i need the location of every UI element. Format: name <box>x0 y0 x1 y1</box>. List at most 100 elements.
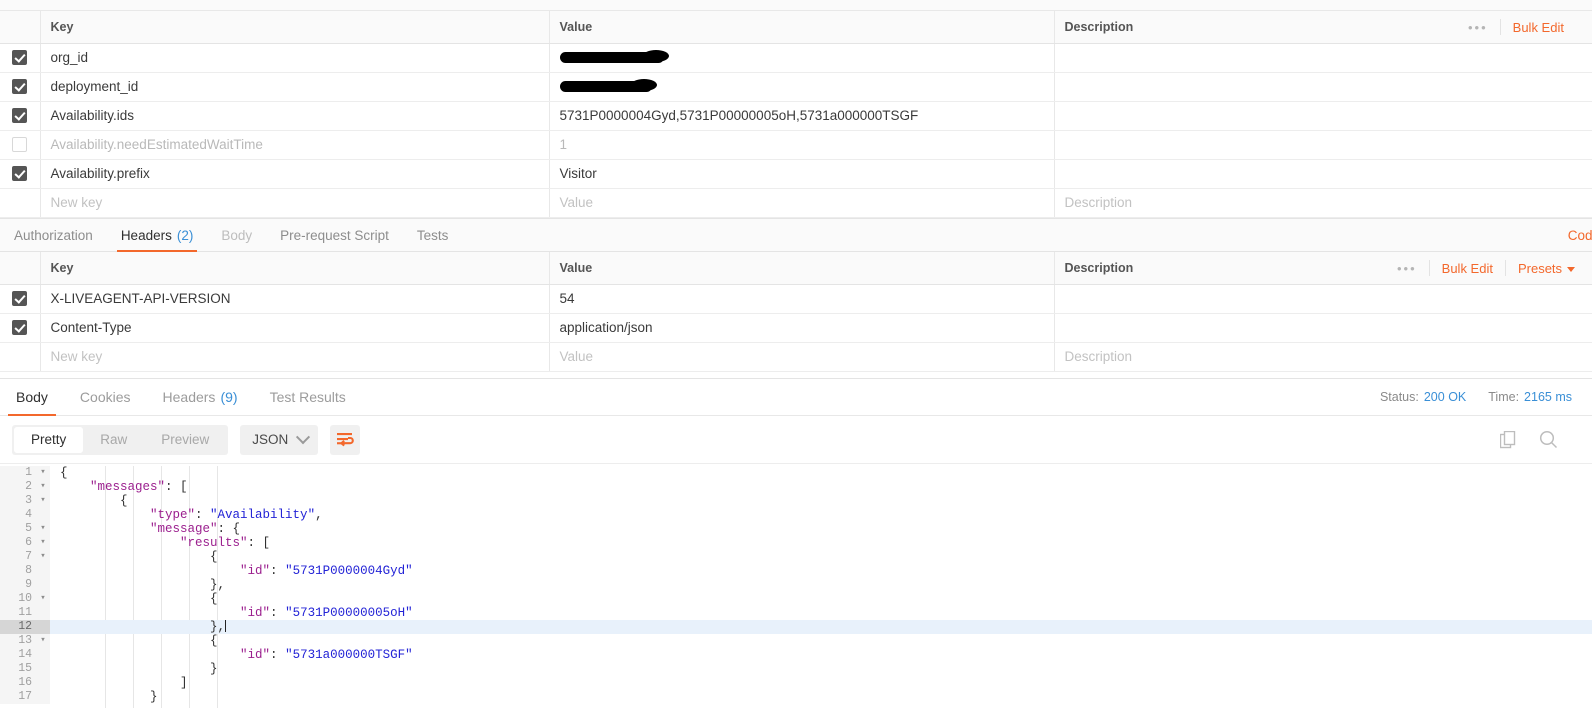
row-checkbox-cell[interactable] <box>0 130 41 160</box>
row-checkbox-cell[interactable] <box>0 159 41 189</box>
row-value-cell[interactable]: Visitor <box>549 159 1055 189</box>
tab-headers[interactable]: Headers (2) <box>107 218 208 253</box>
row-checkbox[interactable] <box>12 108 28 123</box>
response-tab-label: Headers <box>162 389 216 405</box>
row-key-cell[interactable]: Availability.ids <box>40 101 550 131</box>
word-wrap-toggle-button[interactable] <box>330 424 361 455</box>
code-line[interactable]: 16 ] <box>0 676 1592 690</box>
new-value-input[interactable]: Value <box>549 342 1055 372</box>
view-pretty-button[interactable]: Pretty <box>14 426 84 453</box>
response-tab-test-results[interactable]: Test Results <box>254 378 362 416</box>
code-line[interactable]: 1 ▾ { <box>0 466 1592 480</box>
row-checkbox[interactable] <box>12 291 28 306</box>
search-icon[interactable] <box>1539 430 1558 449</box>
code-line[interactable]: 10 ▾ { <box>0 592 1592 606</box>
headers-more-options-icon[interactable]: ••• <box>1397 262 1417 275</box>
headers-bulk-edit-button[interactable]: Bulk Edit <box>1442 261 1493 276</box>
fold-arrow-icon[interactable]: ▾ <box>36 480 50 494</box>
headers-presets-button[interactable]: Presets <box>1518 261 1576 276</box>
code-line[interactable]: 3 ▾ { <box>0 494 1592 508</box>
row-key-cell[interactable]: org_id <box>40 43 550 73</box>
tab-pre-request-script[interactable]: Pre-request Script <box>266 218 403 252</box>
row-checkbox-cell[interactable] <box>0 43 41 73</box>
view-raw-button[interactable]: Raw <box>83 427 144 453</box>
row-checkbox[interactable] <box>12 137 28 152</box>
new-row-placeholder[interactable]: New key Value Description <box>0 342 1592 372</box>
fold-arrow-icon[interactable]: ▾ <box>36 522 50 536</box>
code-line[interactable]: 14 "id": "5731a000000TSGF" <box>0 648 1592 662</box>
copy-icon[interactable] <box>1500 430 1517 449</box>
response-format-select[interactable]: JSON <box>240 424 319 455</box>
row-value-cell[interactable] <box>549 43 1055 73</box>
table-row[interactable]: Content-Type application/json <box>0 313 1592 343</box>
row-checkbox[interactable] <box>12 50 28 65</box>
code-line[interactable]: 6 ▾ "results": [ <box>0 536 1592 550</box>
new-row-checkbox-cell <box>0 342 41 372</box>
row-checkbox-cell[interactable] <box>0 101 41 131</box>
row-description-cell[interactable] <box>1054 43 1592 73</box>
row-value-cell[interactable] <box>549 72 1055 102</box>
table-row[interactable]: Availability.needEstimatedWaitTime 1 <box>0 130 1592 160</box>
fold-arrow-icon[interactable]: ▾ <box>36 466 50 480</box>
code-line[interactable]: 9 }, <box>0 578 1592 592</box>
response-body-editor[interactable]: 1 ▾{2 ▾ "messages": [3 ▾ {4 "type": "Availa… <box>0 466 1592 708</box>
tab-authorization[interactable]: Authorization <box>0 218 107 252</box>
row-value-cell[interactable]: 54 <box>549 284 1055 314</box>
row-description-cell[interactable] <box>1054 159 1592 189</box>
code-line[interactable]: 2 ▾ "messages": [ <box>0 480 1592 494</box>
row-description-cell[interactable] <box>1054 72 1592 102</box>
fold-arrow-icon[interactable]: ▾ <box>36 536 50 550</box>
table-row[interactable]: Availability.ids 5731P0000004Gyd,5731P000… <box>0 101 1592 131</box>
tab-body[interactable]: Body <box>207 218 266 252</box>
row-key-cell[interactable]: Content-Type <box>40 313 550 343</box>
new-description-input[interactable]: Description <box>1054 342 1592 372</box>
row-checkbox[interactable] <box>12 166 28 181</box>
params-bulk-edit-button[interactable]: Bulk Edit <box>1513 20 1564 35</box>
table-row[interactable]: X-LIVEAGENT-API-VERSION 54 <box>0 284 1592 314</box>
new-key-input[interactable]: New key <box>40 342 550 372</box>
row-key-cell[interactable]: deployment_id <box>40 72 550 102</box>
row-value-cell[interactable]: application/json <box>549 313 1055 343</box>
row-checkbox[interactable] <box>12 320 28 335</box>
row-key-cell[interactable]: X-LIVEAGENT-API-VERSION <box>40 284 550 314</box>
response-tab-body[interactable]: Body <box>0 378 64 417</box>
code-line[interactable]: 11 "id": "5731P00000005oH" <box>0 606 1592 620</box>
fold-arrow-icon[interactable]: ▾ <box>36 550 50 564</box>
row-description-cell[interactable] <box>1054 313 1592 343</box>
new-value-input[interactable]: Value <box>549 188 1055 218</box>
new-row-placeholder[interactable]: New key Value Description <box>0 188 1592 218</box>
code-line[interactable]: 7 ▾ { <box>0 550 1592 564</box>
params-more-options-icon[interactable]: ••• <box>1468 21 1488 34</box>
row-checkbox-cell[interactable] <box>0 313 41 343</box>
row-description-cell[interactable] <box>1054 284 1592 314</box>
row-key-cell[interactable]: Availability.needEstimatedWaitTime <box>40 130 550 160</box>
fold-arrow-icon[interactable]: ▾ <box>36 634 50 648</box>
row-key-cell[interactable]: Availability.prefix <box>40 159 550 189</box>
fold-arrow-icon[interactable]: ▾ <box>36 494 50 508</box>
fold-arrow-icon[interactable]: ▾ <box>36 592 50 606</box>
code-line[interactable]: 15 } <box>0 662 1592 676</box>
code-line[interactable]: 17 } <box>0 690 1592 704</box>
code-line[interactable]: 8 "id": "5731P0000004Gyd" <box>0 564 1592 578</box>
response-tab-cookies[interactable]: Cookies <box>64 378 147 416</box>
row-checkbox-cell[interactable] <box>0 284 41 314</box>
row-value-cell[interactable]: 5731P0000004Gyd,5731P00000005oH,5731a000… <box>549 101 1055 131</box>
response-tab-headers[interactable]: Headers (9) <box>147 378 254 416</box>
row-description-cell[interactable] <box>1054 130 1592 160</box>
row-value-cell[interactable]: 1 <box>549 130 1055 160</box>
table-row[interactable]: org_id <box>0 43 1592 73</box>
row-description-cell[interactable] <box>1054 101 1592 131</box>
table-row[interactable]: deployment_id <box>0 72 1592 102</box>
code-line[interactable]: 12 }, <box>0 620 1592 634</box>
code-link[interactable]: Code <box>1568 228 1592 243</box>
row-checkbox[interactable] <box>12 79 28 94</box>
new-description-input[interactable]: Description <box>1054 188 1592 218</box>
code-line[interactable]: 13 ▾ { <box>0 634 1592 648</box>
row-checkbox-cell[interactable] <box>0 72 41 102</box>
code-line[interactable]: 4 "type": "Availability", <box>0 508 1592 522</box>
tab-tests[interactable]: Tests <box>403 218 463 252</box>
view-preview-button[interactable]: Preview <box>144 427 226 453</box>
table-row[interactable]: Availability.prefix Visitor <box>0 159 1592 189</box>
new-key-input[interactable]: New key <box>40 188 550 218</box>
code-line[interactable]: 5 ▾ "message": { <box>0 522 1592 536</box>
